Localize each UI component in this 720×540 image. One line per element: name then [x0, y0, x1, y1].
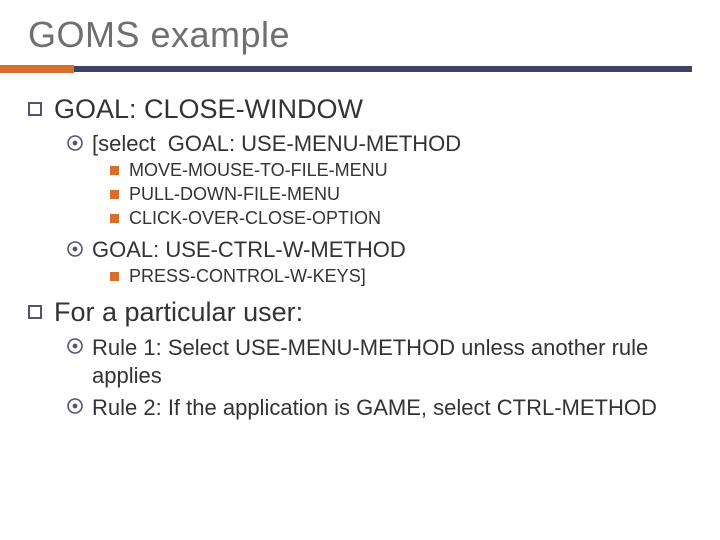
text-rule-2: Rule 2: If the application is GAME, sele… — [92, 394, 657, 422]
text-select-use-menu: [select GOAL: USE-MENU-METHOD — [92, 131, 461, 157]
target-bullet-icon — [66, 240, 84, 258]
bullet-level1: For a particular user: — [28, 297, 692, 328]
slide: GOMS example GOAL: CLOSE-WINDOW [select … — [0, 0, 720, 540]
small-square-bullet-icon — [110, 190, 119, 199]
small-square-bullet-icon — [110, 272, 119, 281]
small-square-bullet-icon — [110, 214, 119, 223]
slide-title: GOMS example — [28, 14, 692, 56]
title-divider — [24, 66, 692, 72]
slide-body: GOAL: CLOSE-WINDOW [select GOAL: USE-MEN… — [28, 94, 692, 422]
bullet-level2: GOAL: USE-CTRL-W-METHOD — [66, 237, 692, 263]
target-bullet-icon — [66, 397, 84, 415]
text-click-close: CLICK-OVER-CLOSE-OPTION — [129, 208, 381, 229]
bullet-level3: MOVE-MOUSE-TO-FILE-MENU — [110, 160, 692, 181]
square-bullet-icon — [28, 102, 42, 116]
bullet-level1: GOAL: CLOSE-WINDOW — [28, 94, 692, 125]
text-pull-down: PULL-DOWN-FILE-MENU — [129, 184, 340, 205]
bullet-level2: [select GOAL: USE-MENU-METHOD — [66, 131, 692, 157]
text-goal-close-window: GOAL: CLOSE-WINDOW — [54, 94, 363, 125]
bullet-level3: PRESS-CONTROL-W-KEYS] — [110, 266, 692, 287]
bullet-level3: PULL-DOWN-FILE-MENU — [110, 184, 692, 205]
text-move-mouse: MOVE-MOUSE-TO-FILE-MENU — [129, 160, 388, 181]
text-for-user: For a particular user: — [54, 297, 303, 328]
bullet-level2: Rule 1: Select USE-MENU-METHOD unless an… — [66, 334, 682, 390]
text-press-ctrl-w: PRESS-CONTROL-W-KEYS] — [129, 266, 366, 287]
bullet-level2: Rule 2: If the application is GAME, sele… — [66, 394, 682, 422]
text-goal-ctrl-w: GOAL: USE-CTRL-W-METHOD — [92, 237, 406, 263]
target-bullet-icon — [66, 337, 84, 355]
small-square-bullet-icon — [110, 166, 119, 175]
bullet-level3: CLICK-OVER-CLOSE-OPTION — [110, 208, 692, 229]
text-rule-1: Rule 1: Select USE-MENU-METHOD unless an… — [92, 334, 682, 390]
square-bullet-icon — [28, 305, 42, 319]
target-bullet-icon — [66, 134, 84, 152]
